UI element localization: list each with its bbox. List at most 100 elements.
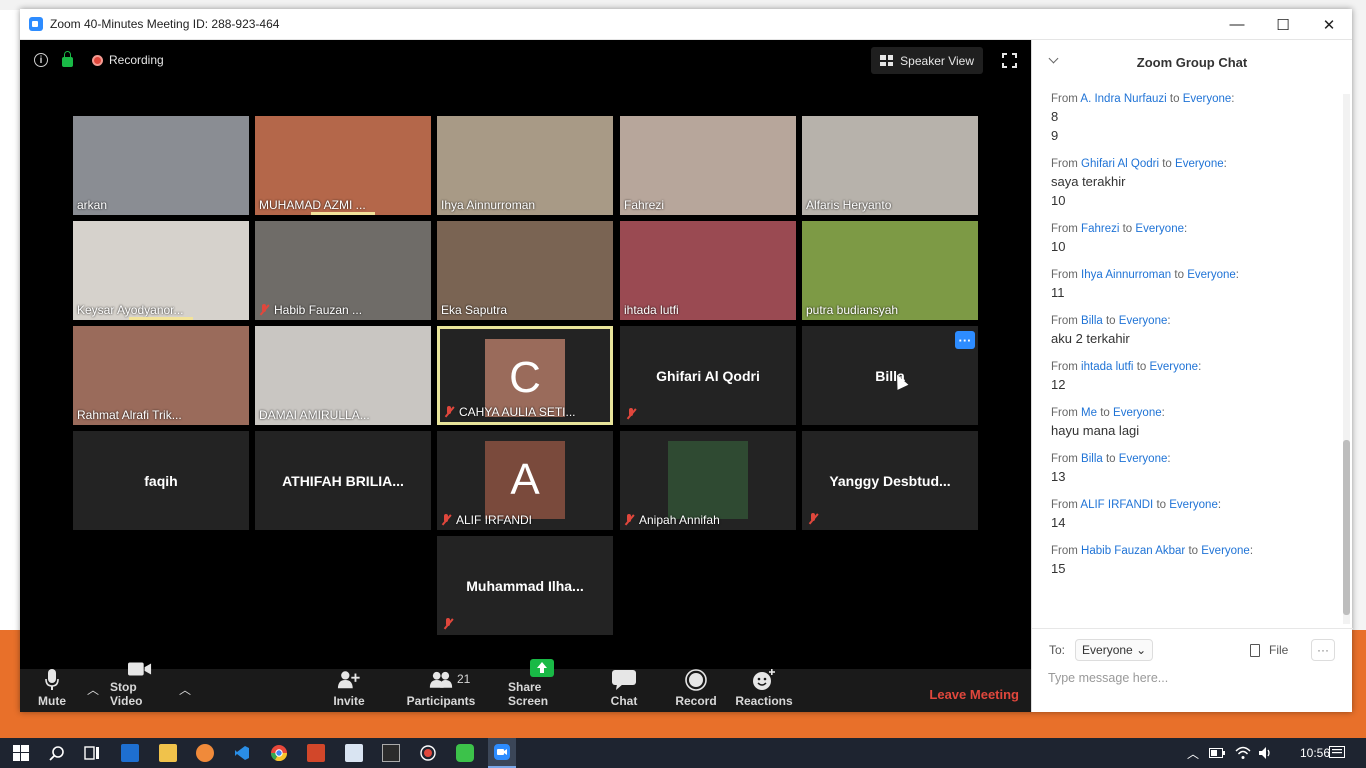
participant-tile[interactable]: Yanggy Desbtud... (802, 431, 978, 530)
sender-name[interactable]: Habib Fauzan Akbar (1081, 545, 1185, 557)
muted-microphone-icon (444, 406, 454, 417)
clock-time[interactable]: 10:56 (1300, 746, 1330, 760)
speaker-view-button[interactable]: Speaker View (871, 47, 983, 74)
notifications-icon[interactable] (1328, 744, 1346, 762)
mail-app-icon[interactable] (121, 744, 139, 762)
leave-meeting-button[interactable]: Leave Meeting (929, 687, 1019, 702)
participant-tile[interactable]: Muhammad Ilha... (437, 536, 613, 635)
record-button[interactable]: Record (675, 669, 717, 712)
participant-tile[interactable]: Ihya Ainnurroman (437, 116, 613, 215)
chat-scrollbar-thumb[interactable] (1343, 440, 1350, 615)
from-prefix: From (1051, 407, 1078, 419)
sender-name[interactable]: ihtada lutfi (1081, 361, 1133, 373)
participant-name: Habib Fauzan ... (274, 303, 363, 317)
fullscreen-icon[interactable] (1001, 52, 1018, 69)
participant-tile[interactable]: Eka Saputra (437, 221, 613, 320)
participant-tile[interactable]: Keysar Ayodyanor... (73, 221, 249, 320)
audio-options-caret[interactable]: ︿ (87, 681, 99, 698)
collapse-chevron-icon[interactable] (1048, 53, 1059, 64)
battery-icon[interactable] (1208, 744, 1226, 762)
participant-tile[interactable]: Alfaris Heryanto (802, 116, 978, 215)
recipient-name[interactable]: Everyone (1169, 499, 1218, 511)
wifi-icon[interactable] (1234, 744, 1252, 762)
video-options-caret[interactable]: ︿ (179, 681, 191, 698)
recipient-name[interactable]: Everyone (1183, 93, 1232, 105)
vscode-icon[interactable] (233, 744, 251, 762)
browser-app-icon[interactable] (196, 744, 214, 762)
powerpoint-icon[interactable] (307, 744, 325, 762)
participant-tile[interactable]: putra budiansyah (802, 221, 978, 320)
recipient-name[interactable]: Everyone (1135, 223, 1184, 235)
chat-message-list[interactable]: From A. Indra Nurfauzi to Everyone: 8 9 Fro… (1032, 92, 1342, 612)
screen-recorder-icon[interactable] (419, 744, 437, 762)
participant-tile[interactable]: Habib Fauzan ... (255, 221, 431, 320)
recipient-name[interactable]: Everyone (1119, 315, 1168, 327)
info-icon[interactable]: i (34, 53, 48, 67)
sender-name[interactable]: Billa (1081, 453, 1103, 465)
participant-tile[interactable]: Fahrezi (620, 116, 796, 215)
chat-button[interactable]: Chat (609, 669, 639, 712)
participant-tile[interactable]: Anipah Annifah (620, 431, 796, 530)
participant-name-label: Fahrezi (624, 198, 664, 212)
participant-name: Keysar Ayodyanor... (77, 303, 184, 317)
sender-name[interactable]: Billa (1081, 315, 1103, 327)
participant-tile[interactable]: arkan (73, 116, 249, 215)
chat-message-input[interactable] (1048, 671, 1328, 685)
participant-name-label: Eka Saputra (441, 303, 507, 317)
participant-name-label: Ihya Ainnurroman (441, 198, 535, 212)
recipient-name[interactable]: Everyone (1187, 269, 1236, 281)
search-icon[interactable] (48, 744, 66, 762)
start-windows-icon[interactable] (12, 744, 30, 762)
close-button[interactable]: ✕ (1306, 9, 1352, 40)
share-screen-button[interactable]: Share Screen (508, 659, 576, 712)
recipient-dropdown[interactable]: Everyone ⌄ (1075, 639, 1154, 661)
sender-name[interactable]: A. Indra Nurfauzi (1080, 93, 1166, 105)
chat-header: Zoom Group Chat (1032, 40, 1352, 84)
sender-name[interactable]: Ihya Ainnurroman (1081, 269, 1171, 281)
recipient-name[interactable]: Everyone (1119, 453, 1168, 465)
participant-tile[interactable]: faqih (73, 431, 249, 530)
file-button[interactable]: File (1250, 643, 1288, 657)
recipient-name[interactable]: Everyone (1201, 545, 1250, 557)
command-prompt-icon[interactable] (382, 744, 400, 762)
line-messenger-icon[interactable] (456, 744, 474, 762)
stop-video-button[interactable]: Stop Video (110, 662, 170, 712)
notepad-icon[interactable] (345, 744, 363, 762)
recipient-name[interactable]: Everyone (1113, 407, 1162, 419)
zoom-taskbar-icon[interactable] (488, 738, 516, 768)
reactions-button[interactable]: Reactions (735, 669, 793, 712)
participant-tile[interactable]: ATHIFAH BRILIA... (255, 431, 431, 530)
encryption-lock-icon[interactable] (62, 51, 73, 67)
volume-icon[interactable] (1257, 744, 1275, 762)
more-options-button[interactable]: ··· (1311, 639, 1335, 661)
chat-message-header: From Billa to Everyone: (1051, 315, 1171, 327)
chat-message: From Ghifari Al Qodri to Everyone: saya t… (1051, 157, 1342, 210)
participant-tile[interactable]: ihtada lutfi (620, 221, 796, 320)
sender-name[interactable]: Fahrezi (1081, 223, 1119, 235)
chat-label: Chat (610, 694, 638, 708)
task-view-icon[interactable] (83, 744, 101, 762)
participant-name-label: ALIF IRFANDI (441, 513, 532, 527)
file-explorer-icon[interactable] (159, 744, 177, 762)
show-hidden-icons-chevron[interactable]: ︿ (1184, 744, 1202, 762)
mute-button[interactable]: Mute (37, 669, 67, 712)
participant-tile[interactable]: MUHAMAD AZMI ... (255, 116, 431, 215)
recipient-name[interactable]: Everyone (1175, 158, 1224, 170)
participant-tile[interactable]: Billa ··· (802, 326, 978, 425)
minimize-button[interactable]: — (1214, 9, 1260, 40)
chrome-icon[interactable] (270, 744, 288, 762)
to-word: to (1105, 453, 1116, 465)
sender-name[interactable]: ALIF IRFANDI (1080, 499, 1153, 511)
participant-tile[interactable]: A ALIF IRFANDI (437, 431, 613, 530)
sender-name[interactable]: Me (1081, 407, 1097, 419)
participant-tile[interactable]: DAMAI AMIRULLA... (255, 326, 431, 425)
invite-button[interactable]: Invite (330, 669, 368, 712)
tile-more-options-icon[interactable]: ··· (955, 331, 975, 349)
sender-name[interactable]: Ghifari Al Qodri (1081, 158, 1159, 170)
participant-tile[interactable]: Rahmat Alrafi Trik... (73, 326, 249, 425)
window-title: Zoom 40-Minutes Meeting ID: 288-923-464 (50, 17, 280, 31)
maximize-button[interactable]: ☐ (1260, 9, 1306, 40)
recipient-name[interactable]: Everyone (1149, 361, 1198, 373)
participant-tile[interactable]: C CAHYA AULIA SETI... (437, 326, 613, 425)
participant-tile[interactable]: Ghifari Al Qodri (620, 326, 796, 425)
